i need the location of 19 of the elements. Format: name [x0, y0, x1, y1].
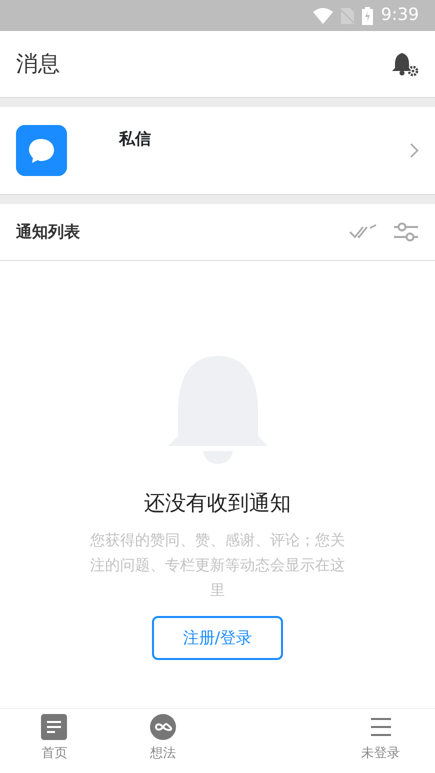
chevron-right-icon: [410, 143, 419, 158]
double-check-icon[interactable]: [349, 224, 377, 240]
section-title: 通知列表: [16, 221, 80, 243]
page-title: 消息: [16, 50, 60, 78]
empty-title: 还没有收到通知: [144, 490, 291, 517]
document-icon: [41, 714, 68, 740]
filter-sliders-icon[interactable]: [393, 221, 419, 243]
battery-charging-icon: [362, 6, 373, 24]
status-time: 9:39: [380, 4, 419, 27]
notification-settings-icon[interactable]: [392, 51, 419, 77]
tab-ideas[interactable]: 想法: [108, 709, 218, 769]
register-login-button[interactable]: 注册/登录: [152, 616, 283, 660]
tab-home[interactable]: 首页: [0, 709, 109, 769]
wifi-icon: [312, 8, 333, 24]
private-message-label: 私信: [119, 128, 151, 150]
tab-profile[interactable]: 未登录: [326, 709, 435, 769]
infinity-icon: [150, 714, 176, 740]
empty-description: 您获得的赞同、赞、感谢、评论；您关注的问题、专栏更新等动态会显示在这里: [89, 530, 346, 600]
chat-bubble-icon: [16, 125, 67, 176]
